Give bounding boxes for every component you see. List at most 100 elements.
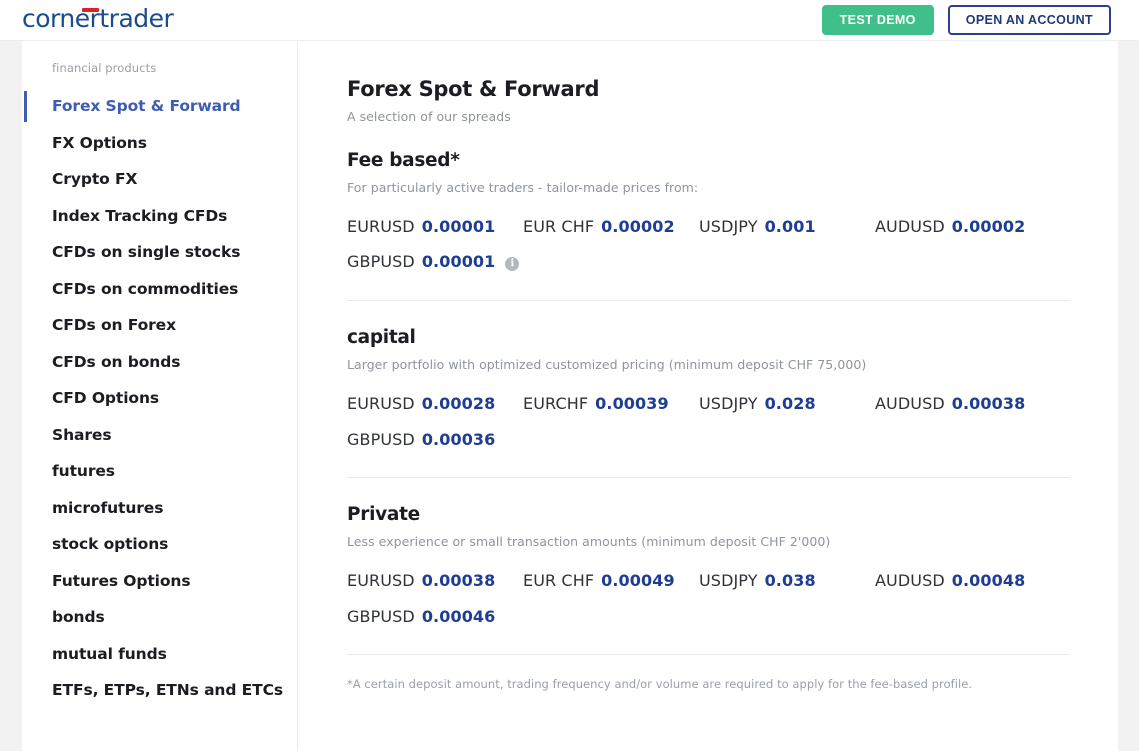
rate-row: EURUSD 0.00038 EUR CHF 0.00049 USDJPY 0.038 AU… bbox=[347, 562, 1070, 598]
spread-value: 0.00001 bbox=[421, 216, 496, 236]
page-subtitle: A selection of our spreads bbox=[347, 109, 511, 124]
header-actions: TEST DEMO OPEN AN ACCOUNT bbox=[821, 5, 1111, 35]
spread-value: 0.00049 bbox=[601, 570, 675, 590]
sidebar-item-mutual-funds[interactable]: mutual funds bbox=[22, 636, 297, 673]
rate-cell: EURUSD 0.00028 bbox=[347, 394, 523, 413]
spread-value: 0.00001 bbox=[421, 252, 496, 271]
rate-table: EURUSD 0.00038 EUR CHF 0.00049 USDJPY 0.038 AU… bbox=[347, 562, 1070, 634]
sidebar-item-cfds-on-single-stocks[interactable]: CFDs on single stocks bbox=[22, 234, 297, 271]
rate-cell: EUR CHF 0.00049 bbox=[523, 571, 699, 590]
sidebar-item-label: Index Tracking CFDs bbox=[52, 206, 228, 225]
rate-row: EURUSD 0.00001 EUR CHF 0.00002 USDJPY 0.001 AU… bbox=[347, 208, 1070, 244]
rate-row: GBPUSD 0.00046 bbox=[347, 598, 1070, 634]
sidebar-item-label: Crypto FX bbox=[52, 170, 138, 189]
sidebar-list: Forex Spot & Forward FX Options Crypto FX I… bbox=[22, 88, 297, 709]
sidebar-item-bonds[interactable]: bonds bbox=[22, 599, 297, 636]
currency-pair-label: EURUSD bbox=[347, 393, 415, 413]
sidebar-item-cfd-options[interactable]: CFD Options bbox=[22, 380, 297, 417]
currency-pair-label: EURUSD bbox=[347, 216, 415, 236]
sidebar-item-stock-options[interactable]: stock options bbox=[22, 526, 297, 563]
pricing-section: Fee based* For particularly active trader… bbox=[347, 150, 1070, 301]
rate-cell: USDJPY 0.028 bbox=[699, 394, 875, 413]
sidebar-item-label: Shares bbox=[52, 425, 112, 444]
page-root: cornertrader TEST DEMO OPEN AN ACCOUNT f… bbox=[0, 0, 1139, 751]
info-icon[interactable]: i bbox=[505, 257, 520, 271]
sidebar-item-label: CFDs on commodities bbox=[52, 279, 239, 298]
rate-cell: AUDUSD 0.00002 bbox=[875, 217, 1051, 236]
page-body: financial products Forex Spot & Forward F… bbox=[0, 41, 1139, 751]
sidebar-item-forex-spot-forward[interactable]: Forex Spot & Forward bbox=[22, 88, 297, 125]
spread-value: 0.00002 bbox=[601, 216, 675, 236]
sidebar-item-label: bonds bbox=[52, 608, 105, 627]
currency-pair-label: AUDUSD bbox=[875, 216, 945, 236]
section-description: Less experience or small transaction amo… bbox=[347, 534, 831, 549]
spread-value: 0.00002 bbox=[951, 216, 1026, 236]
rate-cell: EURUSD 0.00001 bbox=[347, 217, 523, 236]
rate-cell: EUR CHF 0.00002 bbox=[523, 217, 699, 236]
currency-pair-label: USDJPY bbox=[699, 216, 758, 236]
sidebar-item-label: CFD Options bbox=[52, 389, 160, 408]
currency-pair-label: GBPUSD bbox=[347, 252, 415, 271]
rate-row: EURUSD 0.00028 EURCHF 0.00039 USDJPY 0.028 AUD… bbox=[347, 385, 1070, 421]
rate-row: GBPUSD 0.00001 i bbox=[347, 244, 1070, 280]
section-description: For particularly active traders - tailor… bbox=[347, 180, 699, 195]
spread-value: 0.028 bbox=[764, 393, 816, 413]
cornertrader-logo[interactable]: cornertrader bbox=[22, 6, 174, 32]
currency-pair-label: USDJPY bbox=[699, 393, 758, 413]
sidebar-item-label: stock options bbox=[52, 535, 169, 554]
spread-value: 0.001 bbox=[764, 216, 816, 236]
sidebar-item-label: futures bbox=[52, 462, 115, 481]
test-demo-button[interactable]: TEST DEMO bbox=[821, 5, 934, 35]
main-content: Forex Spot & Forward A selection of our … bbox=[299, 41, 1118, 751]
spread-value: 0.00028 bbox=[421, 393, 496, 413]
sidebar-item-cfds-on-forex[interactable]: CFDs on Forex bbox=[22, 307, 297, 344]
sidebar-item-cfds-on-commodities[interactable]: CFDs on commodities bbox=[22, 271, 297, 308]
currency-pair-label: USDJPY bbox=[699, 570, 758, 590]
spread-value: 0.00036 bbox=[421, 429, 496, 449]
rate-cell: USDJPY 0.038 bbox=[699, 571, 875, 590]
rate-cell: GBPUSD 0.00001 i bbox=[347, 252, 523, 272]
currency-pair-label: EURCHF bbox=[523, 393, 589, 413]
rate-cell: EURUSD 0.00038 bbox=[347, 571, 523, 590]
currency-pair-label: GBPUSD bbox=[347, 429, 415, 449]
rate-table: EURUSD 0.00001 EUR CHF 0.00002 USDJPY 0.001 AU… bbox=[347, 208, 1070, 280]
section-title: capital bbox=[347, 327, 416, 348]
open-an-account-button[interactable]: OPEN AN ACCOUNT bbox=[947, 5, 1111, 35]
sidebar-item-label: CFDs on Forex bbox=[52, 316, 176, 335]
spread-value: 0.00048 bbox=[951, 570, 1026, 590]
sidebar-item-shares[interactable]: Shares bbox=[22, 417, 297, 454]
rate-row: GBPUSD 0.00036 bbox=[347, 421, 1070, 457]
currency-pair-label: EUR CHF bbox=[523, 216, 595, 236]
spread-value: 0.00038 bbox=[421, 570, 496, 590]
pricing-section: Private Less experience or small transact… bbox=[347, 504, 1070, 655]
section-divider bbox=[347, 300, 1070, 301]
pricing-sections: Fee based* For particularly active trader… bbox=[347, 150, 1070, 655]
sidebar-item-label: FX Options bbox=[52, 133, 147, 152]
sidebar-item-label: ETFs, ETPs, ETNs and ETCs bbox=[52, 681, 284, 700]
sidebar-item-etfs-etps-etns-and-etcs[interactable]: ETFs, ETPs, ETNs and ETCs bbox=[22, 672, 297, 709]
currency-pair-label: AUDUSD bbox=[875, 570, 945, 590]
sidebar-item-cfds-on-bonds[interactable]: CFDs on bonds bbox=[22, 344, 297, 381]
section-title: Private bbox=[347, 504, 420, 525]
sidebar-item-label: Forex Spot & Forward bbox=[52, 97, 241, 116]
page-title: Forex Spot & Forward bbox=[347, 77, 600, 101]
section-divider bbox=[347, 654, 1070, 655]
currency-pair-label: EURUSD bbox=[347, 570, 415, 590]
spread-value: 0.00039 bbox=[595, 393, 669, 413]
rate-table: EURUSD 0.00028 EURCHF 0.00039 USDJPY 0.028 AUD… bbox=[347, 385, 1070, 457]
sidebar-item-index-tracking-cfds[interactable]: Index Tracking CFDs bbox=[22, 198, 297, 235]
sidebar-nav: financial products Forex Spot & Forward F… bbox=[22, 41, 298, 751]
sidebar-item-fx-options[interactable]: FX Options bbox=[22, 125, 297, 162]
sidebar-item-microfutures[interactable]: microfutures bbox=[22, 490, 297, 527]
sidebar-item-label: CFDs on single stocks bbox=[52, 243, 241, 262]
sidebar-item-futures[interactable]: futures bbox=[22, 453, 297, 490]
sidebar-item-crypto-fx[interactable]: Crypto FX bbox=[22, 161, 297, 198]
sidebar-item-label: Futures Options bbox=[52, 571, 191, 590]
currency-pair-label: EUR CHF bbox=[523, 570, 595, 590]
sidebar-item-label: CFDs on bonds bbox=[52, 352, 181, 371]
site-header: cornertrader TEST DEMO OPEN AN ACCOUNT bbox=[0, 0, 1139, 41]
rate-cell: AUDUSD 0.00038 bbox=[875, 394, 1051, 413]
sidebar-item-futures-options[interactable]: Futures Options bbox=[22, 563, 297, 600]
footnote: *A certain deposit amount, trading frequ… bbox=[347, 677, 973, 691]
spread-value: 0.00038 bbox=[951, 393, 1026, 413]
